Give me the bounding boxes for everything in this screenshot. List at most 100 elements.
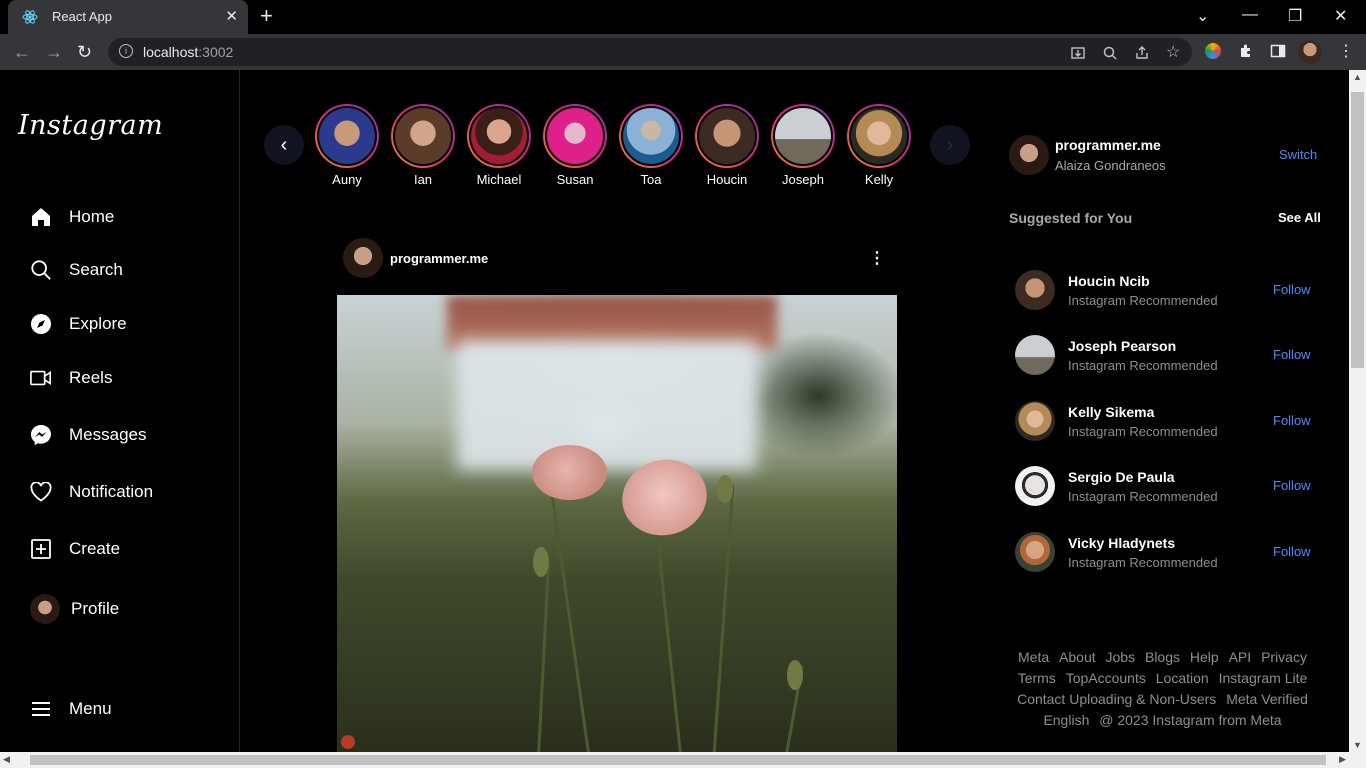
extensions-puzzle-icon[interactable] bbox=[1238, 43, 1254, 59]
switch-account-button[interactable]: Switch bbox=[1279, 147, 1317, 162]
restore-icon[interactable]: ❐ bbox=[1288, 6, 1302, 26]
stories-next-button[interactable]: › bbox=[930, 125, 970, 165]
zoom-icon[interactable] bbox=[1102, 45, 1118, 61]
side-panel-icon[interactable] bbox=[1270, 43, 1286, 59]
footer-link[interactable]: Meta Verified bbox=[1226, 691, 1308, 707]
follow-button[interactable]: Follow bbox=[1273, 478, 1311, 493]
post-avatar[interactable] bbox=[343, 238, 383, 278]
suggestion-avatar[interactable] bbox=[1015, 466, 1055, 506]
story-item[interactable]: Auny bbox=[315, 104, 379, 187]
account-fullname: Alaiza Gondraneos bbox=[1055, 158, 1166, 173]
scroll-up-icon[interactable]: ▲ bbox=[1353, 72, 1362, 82]
scroll-down-icon[interactable]: ▼ bbox=[1353, 740, 1362, 750]
story-avatar bbox=[545, 106, 605, 166]
story-item[interactable]: Ian bbox=[391, 104, 455, 187]
footer-link[interactable]: Contact Uploading & Non-Users bbox=[1017, 691, 1216, 707]
close-window-icon[interactable]: ✕ bbox=[1334, 6, 1347, 26]
back-icon[interactable]: ← bbox=[13, 42, 31, 63]
footer-link[interactable]: Instagram Lite bbox=[1219, 670, 1308, 686]
install-icon[interactable] bbox=[1070, 45, 1086, 61]
copyright-text: @ 2023 Instagram from Meta bbox=[1099, 712, 1282, 728]
horizontal-scrollbar[interactable]: ◀ ▶ bbox=[0, 752, 1366, 768]
forward-icon[interactable]: → bbox=[45, 42, 63, 63]
suggestion-avatar[interactable] bbox=[1015, 335, 1055, 375]
suggestion-item: Sergio De Paula Instagram Recommended Fo… bbox=[1015, 466, 1325, 508]
post-image[interactable] bbox=[337, 295, 897, 752]
flower-stem bbox=[712, 485, 735, 752]
more-options-icon[interactable]: ⋮ bbox=[869, 248, 885, 268]
reload-icon[interactable]: ↻ bbox=[77, 42, 92, 63]
more-options-icon[interactable]: ⋮ bbox=[1338, 41, 1354, 61]
video-icon bbox=[30, 367, 52, 389]
footer-link[interactable]: TopAccounts bbox=[1066, 670, 1146, 686]
close-tab-icon[interactable]: ✕ bbox=[225, 7, 238, 25]
footer-link[interactable]: Terms bbox=[1018, 670, 1056, 686]
new-tab-icon[interactable]: + bbox=[260, 5, 273, 27]
hamburger-menu-icon bbox=[30, 698, 52, 720]
account-username[interactable]: programmer.me bbox=[1055, 137, 1161, 153]
instagram-logo[interactable]: Instagram bbox=[18, 110, 163, 141]
poppy-bud bbox=[533, 547, 549, 577]
tab-search-icon[interactable]: ⌄ bbox=[1196, 6, 1209, 26]
minimize-icon[interactable]: — bbox=[1242, 6, 1258, 24]
nav-reels[interactable]: Reels bbox=[30, 363, 112, 393]
see-all-link[interactable]: See All bbox=[1278, 210, 1321, 225]
footer-link[interactable]: Help bbox=[1190, 649, 1219, 665]
follow-button[interactable]: Follow bbox=[1273, 544, 1311, 559]
follow-button[interactable]: Follow bbox=[1273, 282, 1311, 297]
browser-tab[interactable]: React App ✕ bbox=[8, 0, 248, 34]
bookmark-star-icon[interactable]: ☆ bbox=[1166, 42, 1180, 62]
vertical-scrollbar[interactable]: ▲ ▼ bbox=[1349, 70, 1366, 752]
footer-link[interactable]: Jobs bbox=[1106, 649, 1136, 665]
vertical-scrollbar-thumb[interactable] bbox=[1351, 92, 1364, 368]
story-avatar bbox=[469, 106, 529, 166]
suggestion-subtitle: Instagram Recommended bbox=[1068, 489, 1218, 504]
stories-prev-button[interactable]: ‹ bbox=[264, 125, 304, 165]
avatar bbox=[30, 594, 60, 624]
suggestion-name[interactable]: Vicky Hladynets bbox=[1068, 535, 1175, 551]
nav-notification-label: Notification bbox=[69, 482, 154, 501]
story-item[interactable]: Joseph bbox=[771, 104, 835, 187]
suggestion-avatar[interactable] bbox=[1015, 401, 1055, 441]
language-selector[interactable]: English bbox=[1043, 712, 1089, 728]
footer-link[interactable]: Location bbox=[1156, 670, 1209, 686]
account-avatar[interactable] bbox=[1009, 135, 1049, 175]
scroll-right-icon[interactable]: ▶ bbox=[1339, 754, 1346, 765]
story-item[interactable]: Kelly bbox=[847, 104, 911, 187]
suggestion-name[interactable]: Kelly Sikema bbox=[1068, 404, 1154, 420]
suggestion-name[interactable]: Joseph Pearson bbox=[1068, 338, 1176, 354]
nav-explore[interactable]: Explore bbox=[30, 309, 127, 339]
nav-menu[interactable]: Menu bbox=[30, 694, 112, 724]
address-bar[interactable]: i localhost:3002 ☆ bbox=[108, 38, 1192, 66]
story-item[interactable]: Michael bbox=[467, 104, 531, 187]
nav-search[interactable]: Search bbox=[30, 255, 123, 285]
post-username[interactable]: programmer.me bbox=[390, 251, 488, 266]
story-item[interactable]: Houcin bbox=[695, 104, 759, 187]
footer-link[interactable]: Meta bbox=[1018, 649, 1049, 665]
browser-profile-avatar[interactable] bbox=[1298, 40, 1322, 64]
site-info-icon[interactable]: i bbox=[119, 44, 133, 58]
extension-colorful-icon[interactable] bbox=[1205, 43, 1221, 59]
nav-create[interactable]: Create bbox=[30, 534, 120, 564]
follow-button[interactable]: Follow bbox=[1273, 413, 1311, 428]
story-item[interactable]: Susan bbox=[543, 104, 607, 187]
suggestion-avatar[interactable] bbox=[1015, 532, 1055, 572]
footer-link[interactable]: Blogs bbox=[1145, 649, 1180, 665]
scroll-left-icon[interactable]: ◀ bbox=[3, 754, 10, 765]
footer-link[interactable]: Privacy bbox=[1261, 649, 1307, 665]
nav-notification[interactable]: Notification bbox=[30, 477, 153, 507]
browser-tab-strip: React App ✕ + ⌄ — ❐ ✕ bbox=[0, 0, 1366, 34]
footer-link[interactable]: About bbox=[1059, 649, 1096, 665]
suggestion-name[interactable]: Sergio De Paula bbox=[1068, 469, 1175, 485]
suggestion-avatar[interactable] bbox=[1015, 270, 1055, 310]
nav-messages[interactable]: Messages bbox=[30, 420, 146, 450]
nav-profile[interactable]: Profile bbox=[30, 594, 119, 624]
suggestion-name[interactable]: Houcin Ncib bbox=[1068, 273, 1150, 289]
share-icon[interactable] bbox=[1134, 45, 1150, 61]
nav-home[interactable]: Home bbox=[30, 202, 114, 232]
footer-link[interactable]: API bbox=[1229, 649, 1252, 665]
footer-line: Contact Uploading & Non-Users Meta Verif… bbox=[1005, 689, 1320, 710]
follow-button[interactable]: Follow bbox=[1273, 347, 1311, 362]
horizontal-scrollbar-thumb[interactable] bbox=[30, 755, 1326, 765]
story-item[interactable]: Toa bbox=[619, 104, 683, 187]
